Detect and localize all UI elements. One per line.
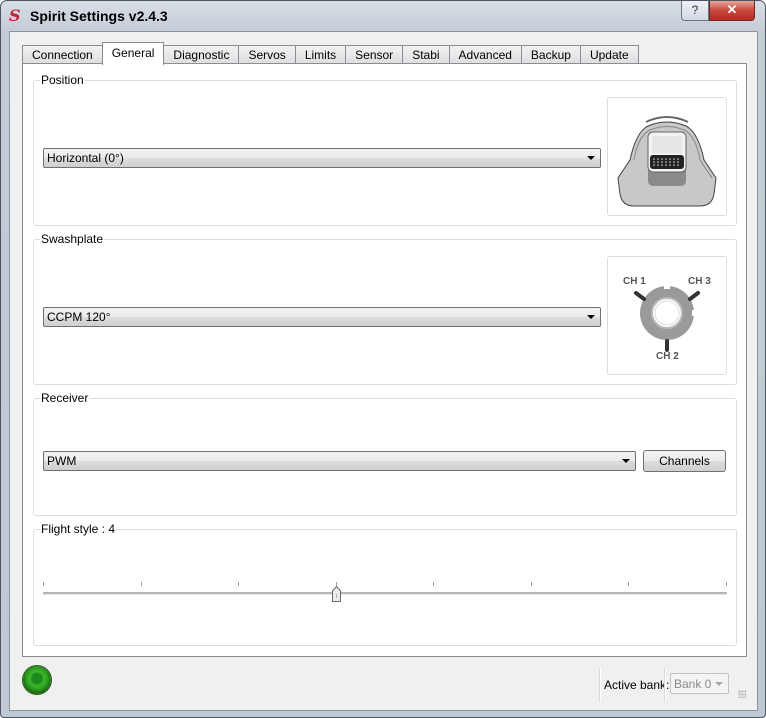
- ch2-label: CH 2: [656, 351, 679, 362]
- tab-diagnostic[interactable]: Diagnostic: [163, 45, 240, 65]
- status-separator: [599, 668, 601, 702]
- flight-style-slider[interactable]: [43, 582, 727, 612]
- app-window: S Spirit Settings v2.4.3 ? ✕ Connection …: [0, 0, 766, 718]
- tab-general[interactable]: General: [101, 42, 165, 65]
- close-button[interactable]: ✕: [709, 1, 755, 21]
- chevron-down-icon: [622, 459, 630, 463]
- receiver-select[interactable]: PWM: [43, 451, 636, 471]
- position-select-value: Horizontal (0°): [47, 151, 124, 165]
- position-select[interactable]: Horizontal (0°): [43, 148, 601, 168]
- tab-servos[interactable]: Servos: [238, 45, 296, 65]
- title-bar[interactable]: S Spirit Settings v2.4.3 ? ✕: [1, 1, 765, 31]
- position-group: Position Horizontal (0°): [33, 73, 737, 226]
- tab-advanced[interactable]: Advanced: [448, 45, 522, 65]
- ch3-label: CH 3: [688, 276, 711, 287]
- close-icon: ✕: [726, 2, 738, 17]
- tab-limits[interactable]: Limits: [294, 45, 347, 65]
- slider-tick: [726, 582, 727, 586]
- tab-stabi[interactable]: Stabi: [402, 45, 450, 65]
- slider-tick: [628, 582, 629, 586]
- flight-style-title: Flight style : 4: [40, 522, 117, 536]
- ch1-label: CH 1: [623, 276, 646, 287]
- swashplate-select-value: CCPM 120°: [47, 310, 111, 324]
- window-title: Spirit Settings v2.4.3: [30, 8, 168, 24]
- slider-track: [43, 592, 727, 595]
- receiver-select-value: PWM: [47, 454, 77, 468]
- slider-tick: [336, 582, 337, 586]
- connection-status-led-icon: [23, 666, 51, 694]
- slider-tick: [141, 582, 142, 586]
- position-group-title: Position: [40, 73, 85, 87]
- unit-mounting-icon: [617, 116, 717, 207]
- slider-tick: [238, 582, 239, 586]
- slider-thumb[interactable]: [332, 586, 341, 602]
- status-bar: Active bank: Bank 0: [10, 660, 757, 710]
- tab-connection[interactable]: Connection: [22, 45, 103, 65]
- help-button[interactable]: ?: [681, 1, 709, 21]
- chevron-down-icon: [587, 315, 595, 319]
- general-tab-panel: Position Horizontal (0°) Swashplate CCPM…: [22, 63, 747, 657]
- tab-sensor[interactable]: Sensor: [345, 45, 404, 65]
- tab-update[interactable]: Update: [579, 45, 639, 65]
- active-bank-value: Bank 0: [674, 677, 712, 691]
- swashplate-select[interactable]: CCPM 120°: [43, 307, 601, 327]
- slider-tick: [531, 582, 532, 586]
- receiver-group-title: Receiver: [40, 391, 90, 405]
- active-bank-label: Active bank:: [604, 678, 670, 692]
- position-image: [607, 97, 727, 216]
- chevron-down-icon: [715, 682, 723, 686]
- status-separator: [664, 668, 666, 702]
- channels-button[interactable]: Channels: [643, 450, 726, 472]
- tab-backup[interactable]: Backup: [520, 45, 581, 65]
- client-area: Connection General Diagnostic Servos Lim…: [9, 31, 758, 711]
- chevron-down-icon: [587, 156, 595, 160]
- tab-bar: Connection General Diagnostic Servos Lim…: [22, 42, 639, 65]
- receiver-group: Receiver PWM Channels: [33, 391, 737, 516]
- app-logo-icon: S: [9, 6, 21, 25]
- swashplate-image: CH 1 CH 3 CH 2: [607, 256, 727, 375]
- resize-grip-icon[interactable]: [738, 690, 746, 698]
- swashplate-group: Swashplate CCPM 120° CH 1 CH 3 CH 2: [33, 232, 737, 385]
- active-bank-select[interactable]: Bank 0: [670, 673, 729, 694]
- flight-style-group: Flight style : 4: [33, 522, 737, 646]
- slider-tick: [43, 582, 44, 586]
- slider-tick: [433, 582, 434, 586]
- swashplate-group-title: Swashplate: [40, 232, 105, 246]
